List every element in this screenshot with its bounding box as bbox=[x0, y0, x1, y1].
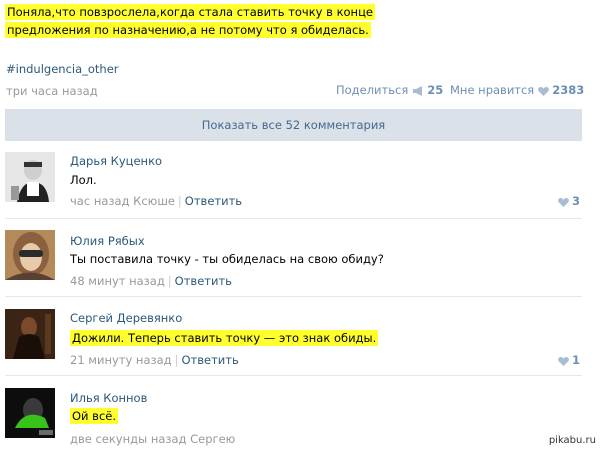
comment-meta: час назад Ксюше | Ответить bbox=[70, 194, 242, 208]
comment-text: Лол. bbox=[70, 173, 97, 187]
separator: | bbox=[174, 353, 179, 367]
comment-author-link[interactable]: Юлия Рябых bbox=[70, 234, 145, 248]
comment-timestamp[interactable]: 48 минут назад bbox=[70, 274, 165, 288]
share-label: Поделиться bbox=[336, 83, 409, 97]
share-count: 25 bbox=[427, 83, 444, 97]
divider bbox=[5, 296, 582, 297]
like-button[interactable]: Мне нравится 2383 bbox=[450, 83, 584, 97]
heart-icon bbox=[538, 85, 550, 96]
comment-text-highlight: Ой всё. bbox=[70, 408, 119, 424]
comment-like-button[interactable]: 3 bbox=[558, 194, 580, 208]
comment-text-highlight: Дожили. Теперь ставить точку — это знак … bbox=[70, 330, 379, 346]
comment-meta: 48 минут назад | Ответить bbox=[70, 274, 232, 288]
avatar[interactable] bbox=[5, 230, 55, 280]
reply-button[interactable]: Ответить bbox=[175, 274, 232, 288]
like-label: Мне нравится bbox=[450, 83, 535, 97]
share-button[interactable]: Поделиться 25 bbox=[336, 83, 443, 97]
comment-timestamp[interactable]: час назад Ксюше bbox=[70, 194, 175, 208]
heart-icon bbox=[558, 355, 569, 366]
comment-like-button[interactable]: 1 bbox=[558, 353, 580, 367]
reply-button[interactable]: Ответить bbox=[181, 353, 238, 367]
watermark: pikabu.ru bbox=[548, 435, 596, 446]
comment-meta: 21 минуту назад | Ответить bbox=[70, 353, 239, 367]
comment-item: Илья Коннов Ой всё. две секунды назад Се… bbox=[5, 388, 582, 448]
comment-author-link[interactable]: Сергей Деревянко bbox=[70, 311, 182, 325]
comment-text: Дожили. Теперь ставить точку — это знак … bbox=[70, 330, 379, 347]
comment-meta: две секунды назад Сергею bbox=[70, 432, 235, 446]
post-text: Поняла,что повзрослела,когда стала стави… bbox=[5, 4, 375, 38]
megaphone-icon bbox=[412, 85, 424, 96]
comment-item: Юлия Рябых Ты поставила точку - ты обиде… bbox=[5, 230, 582, 290]
avatar[interactable] bbox=[5, 309, 55, 359]
show-all-comments-button[interactable]: Показать все 52 комментария bbox=[5, 109, 582, 141]
comment-text: Ой всё. bbox=[70, 408, 119, 425]
comment-text: Ты поставила точку - ты обиделась на сво… bbox=[70, 252, 384, 266]
like-count: 2383 bbox=[552, 83, 585, 97]
separator: | bbox=[177, 194, 182, 208]
divider bbox=[5, 218, 582, 219]
heart-icon bbox=[558, 196, 569, 207]
avatar[interactable] bbox=[5, 152, 55, 202]
comment-timestamp[interactable]: 21 минуту назад bbox=[70, 353, 172, 367]
avatar[interactable] bbox=[5, 388, 55, 438]
comment-item: Дарья Куценко Лол. час назад Ксюше | Ответ… bbox=[5, 152, 582, 212]
separator: | bbox=[167, 274, 172, 288]
divider bbox=[5, 375, 582, 376]
comment-author-link[interactable]: Илья Коннов bbox=[70, 391, 147, 405]
reply-button[interactable]: Ответить bbox=[185, 194, 242, 208]
comment-author-link[interactable]: Дарья Куценко bbox=[70, 154, 162, 168]
comment-like-count: 3 bbox=[571, 194, 580, 208]
comment-like-count: 1 bbox=[571, 353, 580, 367]
comment-item: Сергей Деревянко Дожили. Теперь ставить … bbox=[5, 309, 582, 369]
post-hashtag-link[interactable]: #indulgencia_other bbox=[6, 62, 119, 76]
post-timestamp[interactable]: три часа назад bbox=[6, 84, 98, 98]
comment-timestamp[interactable]: две секунды назад Сергею bbox=[70, 432, 235, 446]
